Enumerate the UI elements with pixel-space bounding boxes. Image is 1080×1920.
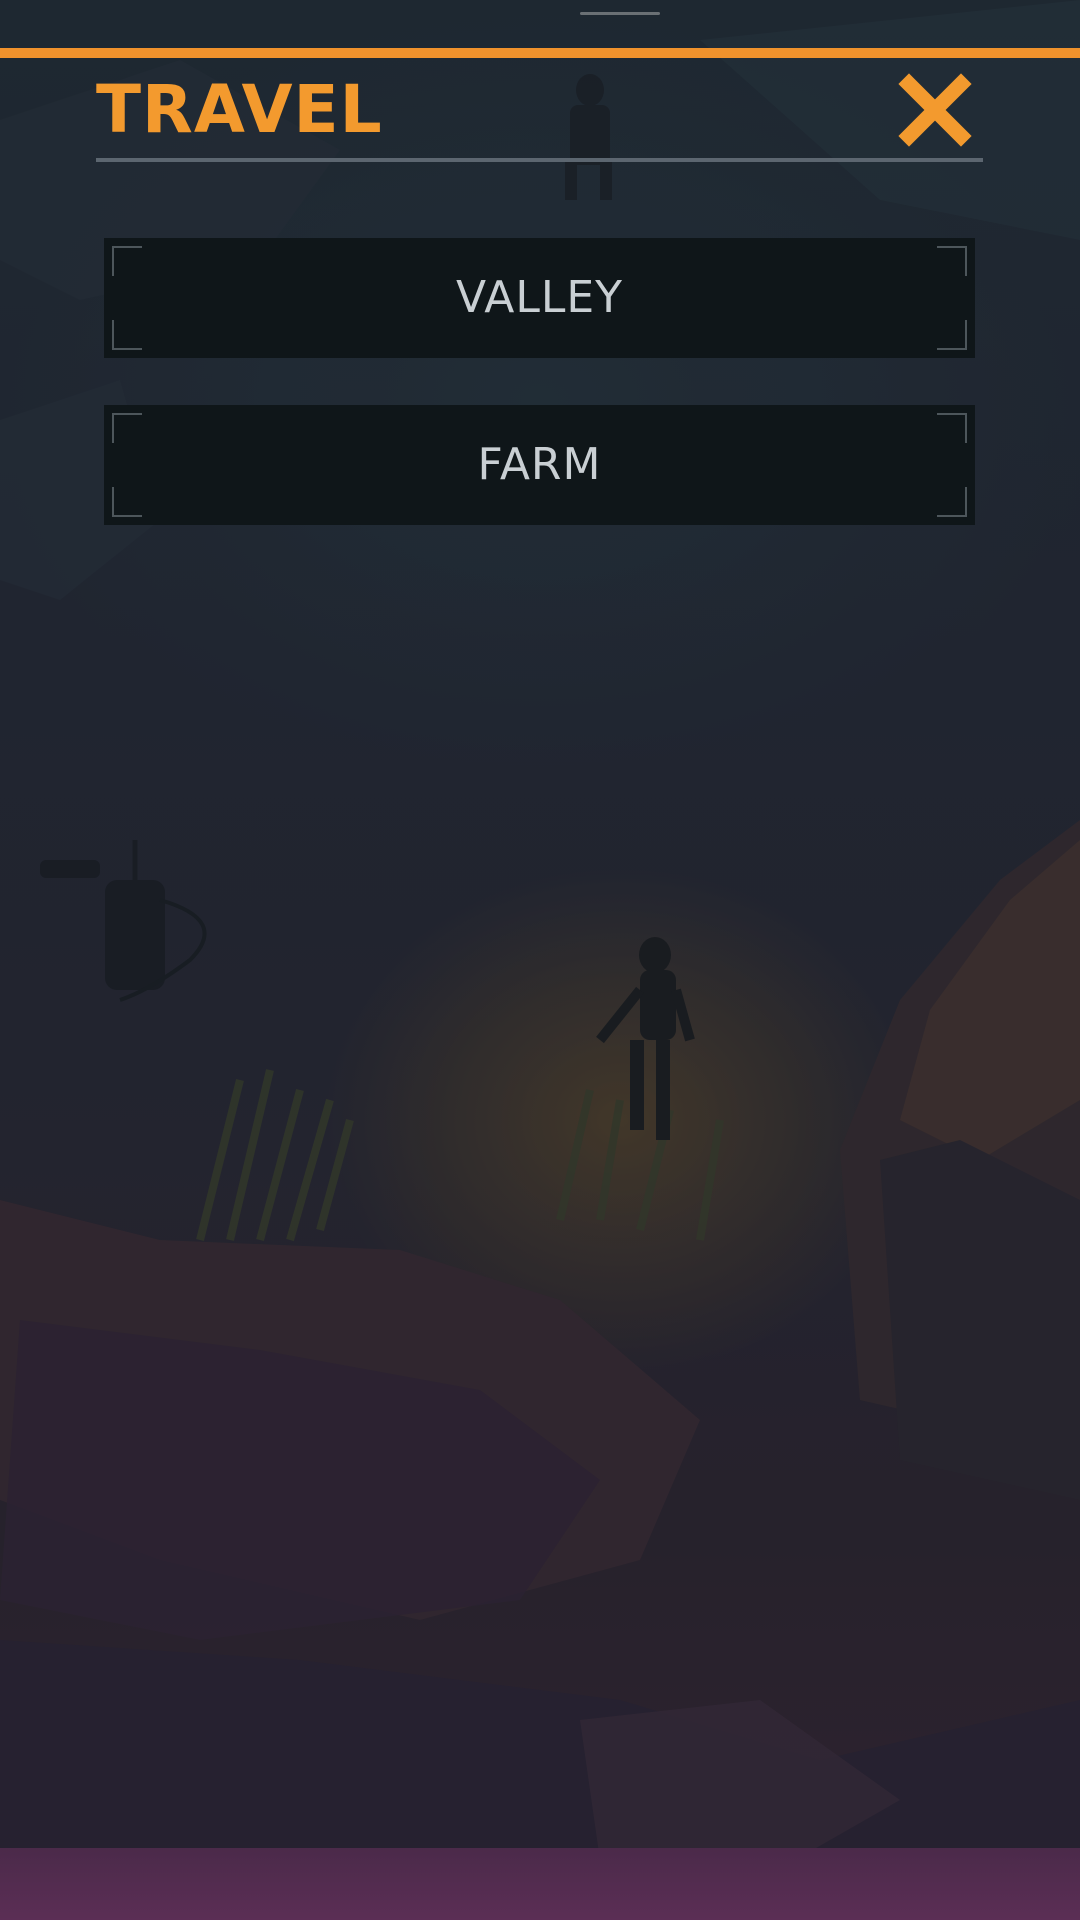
bottom-band [0,1848,1080,1920]
panel-title: TRAVEL [96,71,383,148]
destination-button-valley[interactable]: VALLEY [104,238,975,358]
destination-label: VALLEY [455,272,624,323]
header-divider [96,158,983,162]
travel-panel-header: TRAVEL [96,70,983,162]
travel-destination-list: VALLEY FARM [104,238,975,572]
close-x-icon [898,73,972,147]
scroll-indicator [580,12,660,15]
panel-accent-bar [0,48,1080,58]
close-button[interactable] [897,72,973,148]
destination-button-farm[interactable]: FARM [104,405,975,525]
destination-label: FARM [477,439,602,490]
